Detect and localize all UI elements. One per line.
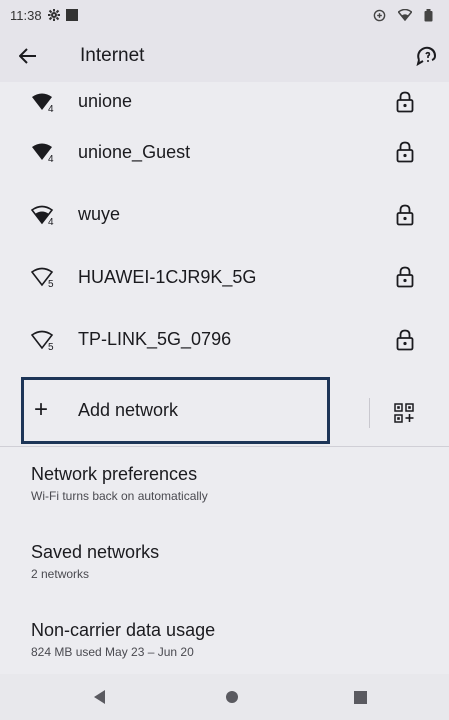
preference-title: Network preferences: [31, 464, 198, 484]
preference-title: Non-carrier data usage: [31, 620, 216, 640]
preference-subtitle: 2 networks: [31, 567, 90, 581]
network-ssid: unione_Guest: [78, 141, 191, 162]
preference-subtitle: 824 MB used May 23 – Jun 20: [31, 645, 194, 659]
wifi-signal-icon: 5: [31, 330, 54, 351]
network-ssid: TP-LINK_5G_0796: [78, 329, 232, 350]
svg-text:5: 5: [48, 342, 54, 351]
svg-text:4: 4: [48, 154, 54, 163]
lock-icon: [396, 204, 414, 226]
svg-text:5: 5: [48, 279, 54, 288]
add-network-label: Add network: [78, 400, 179, 420]
network-preferences-item[interactable]: Network preferences Wi-Fi turns back on …: [31, 464, 431, 503]
lock-icon: [396, 329, 414, 351]
plus-icon: +: [34, 396, 49, 423]
preference-title: Saved networks: [31, 542, 160, 562]
add-network-row: + Add network: [0, 376, 449, 446]
status-time: 11:38: [10, 7, 42, 23]
wifi-signal-icon: 4: [32, 143, 54, 163]
square-recents-icon: [353, 690, 367, 704]
data-saver-icon: [373, 9, 386, 22]
help-button[interactable]: [405, 30, 449, 82]
back-arrow-icon: [19, 48, 36, 64]
network-row-unione-guest[interactable]: 4 unione_Guest: [0, 121, 449, 184]
preference-subtitle: Wi-Fi turns back on automatically: [31, 489, 208, 503]
vertical-divider: [369, 398, 370, 428]
battery-icon: [424, 8, 433, 22]
notification-square-icon: [65, 9, 78, 21]
network-list: 4 unione 4 unione_Guest 4 wuye 5 HUAWEI-…: [0, 82, 449, 371]
page-title: Internet: [80, 45, 145, 66]
saved-networks-item[interactable]: Saved networks 2 networks: [31, 542, 431, 581]
help-feedback-icon: [416, 46, 437, 66]
network-row-huawei[interactable]: 5 HUAWEI-1CJR9K_5G: [0, 246, 449, 309]
triangle-back-icon: [94, 690, 105, 704]
wifi-signal-icon: 5: [31, 267, 54, 288]
nav-home-button[interactable]: [212, 674, 252, 720]
section-divider: [0, 446, 449, 447]
wifi-signal-icon: 4: [31, 205, 54, 226]
settings-gear-icon: [47, 9, 60, 21]
qr-scan-icon[interactable]: [394, 403, 414, 423]
circle-home-icon: [226, 691, 238, 703]
lock-icon: [396, 91, 414, 112]
navigation-bar: [0, 674, 449, 720]
svg-text:4: 4: [48, 104, 54, 113]
network-ssid: wuye: [78, 204, 121, 225]
lock-icon: [396, 141, 414, 163]
wifi-status-icon: [398, 9, 412, 21]
network-row-tp-link[interactable]: 5 TP-LINK_5G_0796: [0, 309, 449, 372]
wifi-signal-icon: 4: [32, 93, 54, 113]
nav-recents-button[interactable]: [340, 674, 380, 720]
nav-back-button[interactable]: [80, 674, 120, 720]
app-bar: Internet: [0, 30, 449, 82]
network-row-unione[interactable]: 4 unione: [0, 82, 449, 121]
back-button[interactable]: [0, 30, 56, 82]
network-ssid: HUAWEI-1CJR9K_5G: [78, 266, 257, 287]
network-ssid: unione: [78, 91, 133, 111]
svg-text:4: 4: [48, 217, 54, 226]
status-bar: 11:38: [0, 0, 449, 30]
lock-icon: [396, 266, 414, 288]
non-carrier-data-usage-item[interactable]: Non-carrier data usage 824 MB used May 2…: [31, 620, 431, 659]
network-row-wuye[interactable]: 4 wuye: [0, 184, 449, 247]
